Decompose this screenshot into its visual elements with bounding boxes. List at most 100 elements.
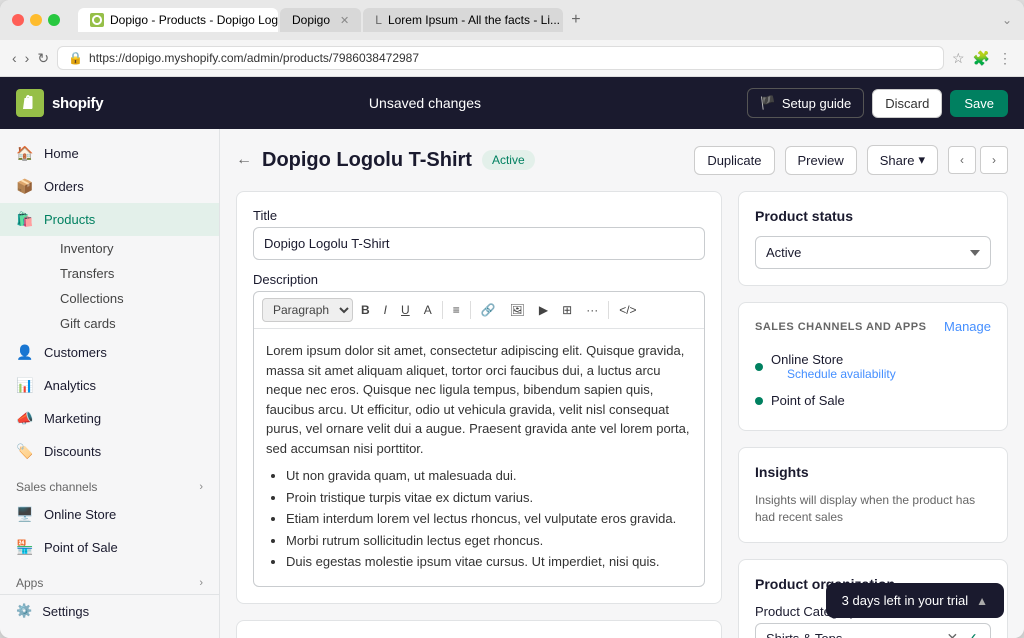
next-product-button[interactable]: › — [980, 146, 1008, 174]
share-button[interactable]: Share ▾ — [867, 145, 938, 175]
bookmark-icon[interactable]: ☆ — [952, 50, 965, 67]
paragraph-select[interactable]: Paragraph — [262, 298, 353, 322]
sidebar-online-store-label: Online Store — [44, 507, 116, 522]
product-status-card: Product status Active Draft Archived — [738, 191, 1008, 286]
sidebar-item-discounts[interactable]: 🏷️ Discounts — [0, 435, 219, 468]
forward-button[interactable]: › — [25, 50, 30, 66]
sales-channels-card: SALES CHANNELS AND APPS Manage Online St… — [738, 302, 1008, 431]
toolbar-divider — [442, 301, 443, 319]
sidebar-item-online-store[interactable]: 🖥️ Online Store — [0, 498, 219, 531]
extensions-icon[interactable]: 🧩 — [973, 50, 990, 67]
toolbar-divider2 — [470, 301, 471, 319]
refresh-button[interactable]: ↻ — [37, 50, 49, 67]
save-button[interactable]: Save — [950, 90, 1008, 117]
lock-icon: 🔒 — [68, 51, 83, 65]
minimize-dot[interactable] — [30, 14, 42, 26]
align-button[interactable]: ≡ — [447, 299, 466, 321]
bold-button[interactable]: B — [355, 299, 376, 321]
source-button[interactable]: </> — [613, 299, 642, 321]
status-badge: Active — [482, 150, 535, 170]
preview-button[interactable]: Preview — [785, 146, 857, 175]
color-button[interactable]: A — [418, 299, 438, 321]
channel-online-store: Online Store Schedule availability — [755, 346, 991, 387]
share-chevron-icon: ▾ — [918, 152, 925, 168]
tab-active[interactable]: Dopigo - Products - Dopigo Log... ✕ — [78, 8, 278, 32]
category-input[interactable]: Shirts & Tops ✕ ✓ — [755, 623, 991, 638]
shopify-icon — [16, 89, 44, 117]
bullet-item-3: Etiam interdum lorem vel lectus rhoncus,… — [286, 509, 692, 529]
home-icon: 🏠 — [16, 145, 34, 162]
sidebar-item-gift-cards[interactable]: Gift cards — [44, 311, 219, 336]
media-card: Media — [236, 620, 722, 638]
media-button[interactable]: ▶ — [533, 299, 554, 321]
sidebar-analytics-label: Analytics — [44, 378, 96, 393]
back-button[interactable]: ‹ — [12, 50, 17, 66]
tab-dopigo-label: Dopigo — [292, 13, 330, 27]
sidebar-item-pos[interactable]: 🏪 Point of Sale — [0, 531, 219, 564]
sidebar-item-customers[interactable]: 👤 Customers — [0, 336, 219, 369]
sidebar-item-home[interactable]: 🏠 Home — [0, 137, 219, 170]
main-column: Title Description Paragraph — [236, 191, 722, 638]
tab-dopigo-close[interactable]: ✕ — [340, 14, 349, 27]
rich-text-editor: Paragraph B I U A ≡ — [253, 291, 705, 587]
back-to-products-button[interactable]: ← — [236, 151, 252, 169]
editor-content[interactable]: Lorem ipsum dolor sit amet, consectetur … — [254, 329, 704, 586]
category-clear-button[interactable]: ✕ — [945, 630, 961, 638]
page-title: Dopigo Logolu T-Shirt — [262, 149, 472, 172]
image-button[interactable]: 🖼 — [504, 299, 531, 321]
sidebar-item-transfers[interactable]: Transfers — [44, 261, 219, 286]
sidebar-item-orders[interactable]: 📦 Orders — [0, 170, 219, 203]
bullet-item-1: Ut non gravida quam, ut malesuada dui. — [286, 466, 692, 486]
schedule-availability-link[interactable]: Schedule availability — [771, 367, 896, 381]
tab-favicon — [90, 13, 104, 27]
sidebar-item-marketing[interactable]: 📣 Marketing — [0, 402, 219, 435]
italic-button[interactable]: I — [378, 299, 393, 321]
editor-body-text: Lorem ipsum dolor sit amet, consectetur … — [266, 341, 692, 458]
sidebar-item-settings[interactable]: ⚙️ Settings — [0, 594, 219, 627]
tab-lorem[interactable]: L Lorem Ipsum - All the facts - Li... ✕ — [363, 8, 563, 32]
discard-button[interactable]: Discard — [872, 89, 942, 118]
content-area: ← Dopigo Logolu T-Shirt Active Duplicate… — [220, 129, 1024, 638]
pos-dot — [755, 397, 763, 405]
link-button[interactable]: 🔗 — [475, 299, 502, 321]
tab-lorem-favicon: L — [375, 13, 382, 27]
toolbar-divider3 — [608, 301, 609, 319]
manage-link[interactable]: Manage — [944, 319, 991, 334]
duplicate-button[interactable]: Duplicate — [694, 146, 774, 175]
sidebar-item-inventory[interactable]: Inventory — [44, 236, 219, 261]
channel-pos: Point of Sale — [755, 387, 991, 414]
close-dot[interactable] — [12, 14, 24, 26]
tab-lorem-label: Lorem Ipsum - All the facts - Li... — [388, 13, 560, 27]
sidebar-item-collections[interactable]: Collections — [44, 286, 219, 311]
trial-banner[interactable]: 3 days left in your trial ▲ — [826, 583, 1004, 618]
pos-icon: 🏪 — [16, 539, 34, 556]
sidebar-item-analytics[interactable]: 📊 Analytics — [0, 369, 219, 402]
apps-section: Apps › — [0, 564, 219, 594]
product-layout: Title Description Paragraph — [236, 191, 1008, 638]
page-header: ← Dopigo Logolu T-Shirt Active Duplicate… — [236, 145, 1008, 175]
table-button[interactable]: ⊞ — [556, 299, 578, 321]
trial-chevron-icon: ▲ — [976, 594, 988, 608]
sidebar-item-products[interactable]: 🛍️ Products — [0, 203, 219, 236]
sidebar-orders-label: Orders — [44, 179, 84, 194]
menu-icon[interactable]: ⋮ — [998, 50, 1012, 67]
prev-product-button[interactable]: ‹ — [948, 146, 976, 174]
sidebar-customers-label: Customers — [44, 345, 107, 360]
underline-button[interactable]: U — [395, 299, 416, 321]
setup-guide-button[interactable]: 🏴 Setup guide — [747, 88, 865, 118]
customers-icon: 👤 — [16, 344, 34, 361]
status-select[interactable]: Active Draft Archived — [755, 236, 991, 269]
category-check-button[interactable]: ✓ — [964, 630, 980, 638]
maximize-dot[interactable] — [48, 14, 60, 26]
tab-dopigo[interactable]: Dopigo ✕ — [280, 8, 361, 32]
online-store-icon: 🖥️ — [16, 506, 34, 523]
new-tab-button[interactable]: + — [565, 11, 586, 29]
window-controls[interactable]: ⌄ — [1002, 13, 1012, 27]
title-input[interactable] — [253, 227, 705, 260]
analytics-icon: 📊 — [16, 377, 34, 394]
more-button[interactable]: ··· — [580, 299, 604, 321]
unsaved-changes-title: Unsaved changes — [119, 95, 730, 111]
url-bar[interactable]: 🔒 https://dopigo.myshopify.com/admin/pro… — [57, 46, 944, 70]
discounts-icon: 🏷️ — [16, 443, 34, 460]
editor-bullet-list: Ut non gravida quam, ut malesuada dui. P… — [266, 466, 692, 572]
